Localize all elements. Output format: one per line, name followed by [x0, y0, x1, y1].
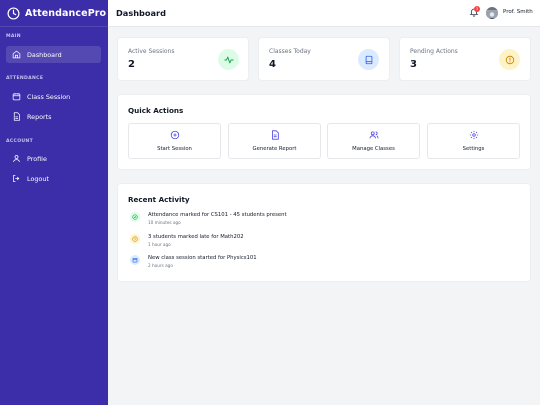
- stat-icon-wrap: [358, 49, 379, 70]
- activity-text: 3 students marked late for Math202: [148, 234, 244, 240]
- topbar: Dashboard 3 Prof. Smith: [108, 0, 540, 27]
- sidebar-item-label: Dashboard: [27, 50, 62, 59]
- document-icon: [13, 112, 20, 121]
- sidebar-item-logout[interactable]: Logout: [6, 170, 101, 187]
- stat-value: 2: [128, 59, 135, 70]
- activity-item: New class session started for Physics101…: [130, 255, 510, 273]
- activity-icon-wrap: [130, 212, 140, 222]
- sidebar-item-dashboard[interactable]: Dashboard: [6, 46, 101, 63]
- manage-classes-button[interactable]: Manage Classes: [327, 123, 420, 159]
- clock-icon: [132, 236, 138, 242]
- stat-icon-wrap: [499, 49, 520, 70]
- page-title: Dashboard: [116, 8, 166, 18]
- avatar-image: [486, 10, 498, 19]
- activity-time: 1 hour ago: [148, 242, 171, 247]
- home-icon: [12, 50, 21, 59]
- file-text-icon: [272, 130, 279, 140]
- stat-value: 3: [410, 59, 417, 70]
- button-label: Generate Report: [252, 146, 297, 152]
- clock-logo-icon: [7, 6, 20, 20]
- stat-label: Pending Actions: [410, 48, 458, 55]
- stat-card-active-sessions: Active Sessions 2: [118, 38, 248, 80]
- activity-item: Attendance marked for CS101 - 45 student…: [130, 212, 510, 230]
- activity-text: New class session started for Physics101: [148, 255, 257, 261]
- start-session-button[interactable]: Start Session: [128, 123, 221, 159]
- stat-card-classes-today: Classes Today 4: [259, 38, 389, 80]
- activity-time: 2 hours ago: [148, 263, 173, 268]
- button-label: Start Session: [157, 146, 192, 152]
- plus-circle-icon: [170, 130, 180, 140]
- stat-label: Active Sessions: [128, 48, 175, 55]
- activity-icon-wrap: [130, 234, 140, 244]
- stat-value: 4: [269, 59, 276, 70]
- section-title: Quick Actions: [128, 106, 184, 115]
- stat-card-pending-actions: Pending Actions 3: [400, 38, 530, 80]
- brand[interactable]: AttendancePro: [0, 0, 108, 27]
- users-icon: [369, 131, 379, 139]
- sidebar: AttendancePro MAIN Dashboard ATTENDANCE …: [0, 0, 108, 405]
- button-label: Settings: [462, 146, 485, 152]
- sidebar-item-label: Class Session: [27, 92, 71, 101]
- section-label-attendance: ATTENDANCE: [6, 76, 44, 81]
- logout-icon: [13, 175, 20, 182]
- sidebar-item-reports[interactable]: Reports: [6, 108, 101, 125]
- generate-report-button[interactable]: Generate Report: [228, 123, 321, 159]
- activity-item: 3 students marked late for Math202 1 hou…: [130, 234, 510, 252]
- sidebar-item-label: Reports: [27, 112, 52, 121]
- section-label-main: MAIN: [6, 34, 21, 39]
- user-name[interactable]: Prof. Smith: [503, 9, 533, 15]
- section-label-account: ACCOUNT: [6, 139, 34, 144]
- user-icon: [13, 155, 20, 162]
- check-circle-icon: [132, 214, 138, 220]
- sidebar-item-label: Profile: [27, 154, 47, 163]
- app-name: AttendancePro: [25, 7, 107, 19]
- sidebar-item-label: Logout: [27, 174, 49, 183]
- recent-activity-card: Recent Activity Attendance marked for CS…: [118, 184, 530, 281]
- calendar-icon: [132, 257, 138, 263]
- section-title: Recent Activity: [128, 195, 190, 204]
- book-icon: [365, 55, 372, 64]
- stat-icon-wrap: [218, 49, 239, 70]
- sidebar-item-profile[interactable]: Profile: [6, 150, 101, 167]
- gear-icon: [469, 130, 479, 140]
- quick-actions-card: Quick Actions Start Session Generate Rep…: [118, 95, 530, 169]
- activity-icon: [223, 56, 234, 63]
- sidebar-item-class-session[interactable]: Class Session: [6, 88, 101, 105]
- button-label: Manage Classes: [352, 146, 395, 152]
- stat-label: Classes Today: [269, 48, 311, 55]
- activity-icon-wrap: [130, 255, 140, 265]
- calendar-icon: [12, 93, 21, 101]
- alert-icon: [505, 55, 514, 64]
- activity-time: 10 minutes ago: [148, 220, 181, 225]
- notification-badge: 3: [474, 6, 480, 12]
- activity-text: Attendance marked for CS101 - 45 student…: [148, 212, 287, 218]
- avatar[interactable]: [486, 7, 498, 19]
- settings-button[interactable]: Settings: [427, 123, 520, 159]
